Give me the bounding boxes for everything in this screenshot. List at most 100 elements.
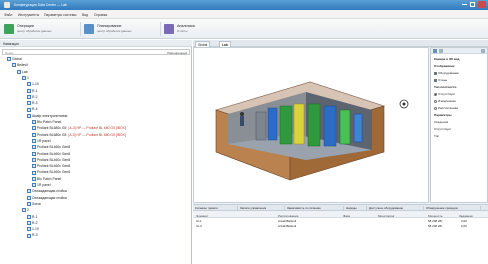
rack-blue[interactable] [353, 113, 363, 143]
advanced-search-button[interactable]: Расширенный [167, 51, 187, 55]
tree-node[interactable]: Охлаждающая стойка [27, 189, 67, 194]
tree-node-icon [7, 57, 11, 62]
tab-bottom[interactable]: Записи управления [239, 206, 285, 211]
menu-item-help[interactable]: Справка [94, 13, 107, 17]
menu-item-system[interactable]: Параметры системы [44, 13, 76, 17]
person-figure [240, 112, 244, 116]
tab-bottom[interactable]: Обнаружение проводок [425, 206, 481, 211]
tree-node-icon [32, 176, 36, 181]
property-item[interactable]: Рассчитанная [434, 106, 458, 110]
table-row[interactable]: Ut-3 A/Lab/Bellevil 68 206 кВт 0,00 [193, 224, 488, 229]
tree-node-label: R-4 [32, 107, 38, 112]
rack-yellow[interactable] [293, 103, 305, 145]
property-item[interactable]: Стены [434, 78, 447, 82]
tree-node[interactable]: Proliant BL460c Gen8 [32, 164, 70, 169]
tree-node[interactable]: Proliant BL680c G5 [A-3] HP — Proliant BL… [32, 126, 126, 131]
tree-node[interactable]: R-4 [27, 107, 37, 112]
tree-node[interactable]: 1-10 [27, 82, 39, 87]
close-icon[interactable] [481, 49, 485, 53]
tree-node[interactable]: 1R panel [32, 183, 51, 188]
tree-node-icon [32, 151, 36, 156]
tree-node[interactable]: Proliant BL460c Gen8 [32, 152, 70, 157]
tree-node[interactable]: 2 [22, 208, 29, 213]
tree-node[interactable]: R-3 [27, 233, 37, 238]
tab-bottom[interactable]: Сигналы тревоги [194, 206, 238, 211]
radio-button[interactable] [434, 99, 437, 103]
property-label: Тип [434, 134, 440, 138]
close-icon[interactable] [478, 1, 486, 8]
tree-node[interactable]: R-3 [27, 101, 37, 106]
tree-node-icon [32, 126, 36, 131]
tab-bottom[interactable]: Зависимость по питанию [286, 206, 344, 211]
menu-item-tools[interactable]: Инструменты [18, 13, 39, 17]
property-item: Отсутствует [434, 127, 451, 131]
column-header-element[interactable]: Элемент [196, 214, 208, 218]
property-item[interactable]: Оборудование [434, 71, 459, 75]
tree-node[interactable]: Proliant BL680c G5 [A-3] HP — Proliant BL… [32, 133, 126, 138]
search-input[interactable]: Поиск Расширенный [2, 49, 190, 55]
menu-item-file[interactable]: Файл [4, 13, 12, 17]
window-controls[interactable] [462, 1, 486, 8]
ribbon-planning-button[interactable]: Планирование центр обработки данных [84, 22, 156, 36]
properties-icon[interactable] [433, 49, 437, 53]
property-item[interactable]: Отсутствует [434, 92, 455, 96]
minimize-icon[interactable] [462, 4, 467, 5]
tree-node[interactable]: Bellevil [12, 63, 28, 68]
rack-green[interactable] [279, 105, 293, 145]
tree-node[interactable]: Lab [17, 70, 28, 75]
menu-item-view[interactable]: Вид [82, 13, 88, 17]
tree-node-label: Global [12, 57, 22, 61]
tree-node[interactable]: Proliant BL460c Gen8 [32, 158, 70, 163]
tree-node[interactable]: Лоток [27, 202, 41, 207]
tree-node-label: Proliant BL680c G5 [37, 132, 67, 137]
property-item: Параметры [434, 113, 452, 117]
tree-node[interactable]: Proliant BL460c Gen8 [32, 145, 70, 150]
tree-node[interactable]: R-2 [27, 221, 37, 226]
tree-node[interactable]: Blo Patch Panel [32, 177, 61, 182]
tree-node[interactable]: R-1 [27, 215, 37, 220]
checkbox[interactable] [434, 78, 437, 82]
column-header-phase[interactable]: Фаза [343, 214, 350, 218]
tree-node[interactable]: Global [7, 57, 22, 62]
property-item[interactable]: Измеренная [434, 99, 456, 103]
checkbox[interactable] [434, 71, 437, 75]
tree-node-icon [27, 214, 31, 219]
tree-node[interactable]: Шкаф электропитания [27, 114, 67, 119]
rack-grey[interactable] [255, 111, 267, 141]
rack-blue[interactable] [267, 107, 278, 141]
rack-blue[interactable] [323, 105, 337, 147]
ribbon-analytics-button[interactable]: Аналитика Отчёты [164, 22, 214, 36]
maximize-icon[interactable] [470, 2, 475, 7]
column-header-power[interactable]: Мощность [428, 214, 442, 218]
tree-node[interactable]: 1R panel [32, 139, 51, 144]
ribbon-operations-button[interactable]: Операции центр обработки данных [4, 22, 76, 36]
tree-node[interactable]: R-2 [27, 95, 37, 100]
tree-node-label: 1-10 [32, 227, 39, 232]
tree-node[interactable]: 1 [22, 76, 29, 81]
tab-bottom[interactable]: Наряды [345, 206, 367, 211]
tree-node[interactable]: R-1 [27, 89, 37, 94]
settings-icon[interactable] [439, 49, 443, 53]
tree-node[interactable]: Blo Patch Panel [32, 120, 61, 125]
column-header-monitoring[interactable]: Мониторинг [378, 214, 395, 218]
rack-green[interactable] [339, 109, 351, 145]
3d-viewport[interactable] [193, 47, 429, 203]
property-label: Камера и 3D вид [434, 57, 460, 61]
tab-bottom[interactable]: Доступное оборудование [368, 206, 424, 211]
column-header-set[interactable]: Заданная [459, 214, 473, 218]
tree-node[interactable]: 1-10 [27, 227, 39, 232]
column-header-location[interactable]: Расположение [278, 214, 298, 218]
radio-button[interactable] [434, 92, 437, 96]
rack-green[interactable] [307, 103, 321, 147]
tree-node[interactable]: Proliant BL460c Gen8 [32, 170, 70, 175]
ribbon-toolbar: Операции центр обработки данных Планиров… [0, 19, 488, 39]
tree-node-icon [27, 88, 31, 93]
tree-node-label: R-2 [32, 94, 38, 99]
tree-node[interactable]: Охлаждающая стойка [27, 196, 67, 201]
radio-button[interactable] [434, 106, 437, 110]
tree-node-label: 1R panel [37, 138, 51, 143]
tree-node-label: Lab [22, 69, 28, 74]
room-3d-render[interactable] [194, 48, 428, 202]
tree-node-label: 2 [27, 208, 29, 213]
tree-node-note: [A-3] HP — Proliant BL 680 G5 [IBOX] [68, 132, 126, 137]
